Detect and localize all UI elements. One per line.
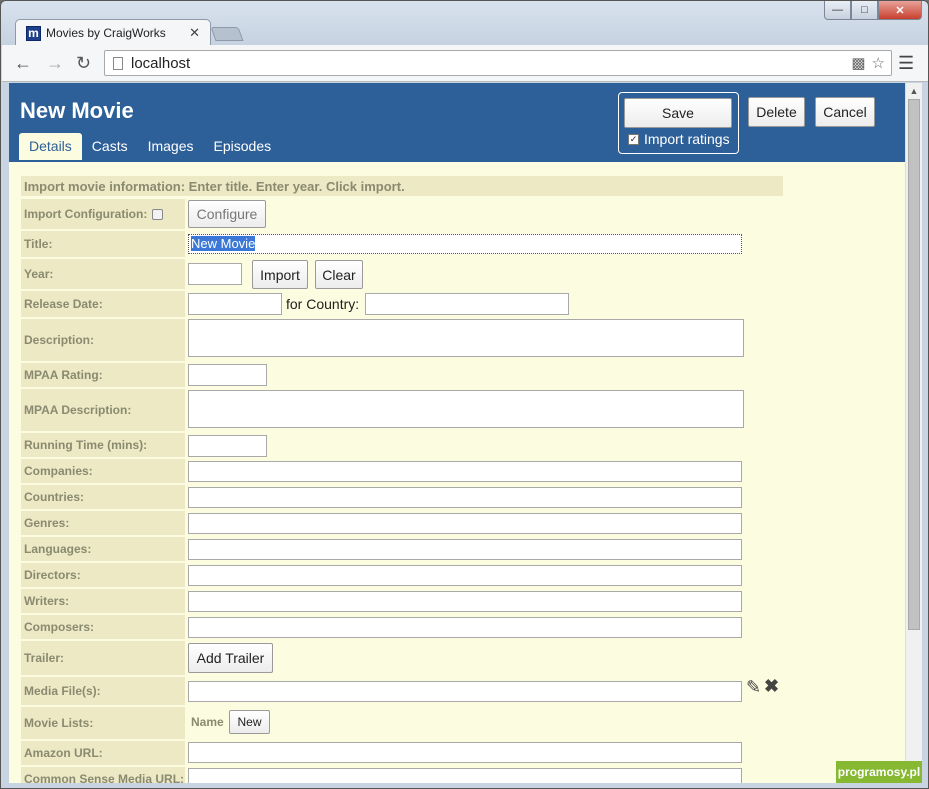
scroll-up-icon[interactable]: ▲ xyxy=(906,83,922,99)
amazon-url-input[interactable] xyxy=(188,742,742,763)
companies-label: Companies: xyxy=(21,459,185,483)
browser-toolbar: ← → ↻ localhost ▩ ☆ ☰ xyxy=(2,45,928,82)
for-country-label: for Country: xyxy=(286,296,360,312)
page-tabs: Details Casts Images Episodes xyxy=(19,133,281,160)
reload-icon[interactable]: ↻ xyxy=(76,53,91,74)
common-sense-input[interactable] xyxy=(188,768,742,783)
browse-file-icon[interactable]: ✎ xyxy=(746,677,761,698)
import-button[interactable]: Import xyxy=(252,260,308,289)
delete-button[interactable]: Delete xyxy=(748,97,805,127)
release-date-label: Release Date: xyxy=(21,291,185,317)
mpaa-description-textarea[interactable] xyxy=(188,390,744,428)
clear-button[interactable]: Clear xyxy=(315,260,363,289)
tab-details[interactable]: Details xyxy=(19,133,82,160)
running-time-input[interactable] xyxy=(188,435,267,457)
trailer-label: Trailer: xyxy=(21,641,185,675)
import-config-label-cell: Import Configuration: xyxy=(21,199,185,229)
import-config-label: Import Configuration: xyxy=(24,207,148,221)
languages-label: Languages: xyxy=(21,537,185,561)
common-sense-label: Common Sense Media URL: xyxy=(21,767,185,783)
watermark-badge: programosy.pl xyxy=(836,761,922,783)
composers-label: Composers: xyxy=(21,615,185,639)
browser-menu-icon[interactable]: ☰ xyxy=(898,53,914,74)
add-trailer-button[interactable]: Add Trailer xyxy=(188,643,273,673)
directors-input[interactable] xyxy=(188,565,742,586)
close-window-button[interactable]: ✕ xyxy=(878,1,922,20)
import-ratings-checkbox[interactable]: ✓ xyxy=(628,133,639,145)
media-files-input[interactable] xyxy=(188,681,742,702)
description-textarea[interactable] xyxy=(188,319,744,357)
import-config-checkbox[interactable] xyxy=(152,208,164,220)
title-bar: — □ ✕ m Movies by CraigWorks ✕ xyxy=(1,1,928,46)
tab-images[interactable]: Images xyxy=(138,133,204,160)
writers-input[interactable] xyxy=(188,591,742,612)
languages-input[interactable] xyxy=(188,539,742,560)
running-time-label: Running Time (mins): xyxy=(21,433,185,457)
media-files-label: Media File(s): xyxy=(21,677,185,705)
close-tab-icon[interactable]: ✕ xyxy=(189,25,200,41)
description-label: Description: xyxy=(21,319,185,361)
translate-icon[interactable]: ▩ xyxy=(851,54,865,72)
countries-input[interactable] xyxy=(188,487,742,508)
new-tab-button[interactable] xyxy=(210,27,244,41)
companies-input[interactable] xyxy=(188,461,742,482)
window-controls: — □ ✕ xyxy=(824,1,922,20)
amazon-url-label: Amazon URL: xyxy=(21,741,185,765)
import-info-bar: Import movie information: Enter title. E… xyxy=(21,176,783,196)
vertical-scrollbar[interactable]: ▲ xyxy=(905,83,922,783)
import-ratings-option[interactable]: ✓ Import ratings xyxy=(628,131,730,147)
composers-input[interactable] xyxy=(188,617,742,638)
address-bar[interactable]: localhost ▩ ☆ xyxy=(104,50,892,76)
year-input[interactable] xyxy=(188,263,242,285)
configure-button[interactable]: Configure xyxy=(188,200,266,228)
title-input[interactable]: New Movie xyxy=(188,234,742,254)
tab-title: Movies by CraigWorks xyxy=(46,26,166,40)
back-arrow-icon[interactable]: ← xyxy=(14,53,32,74)
page-viewport: New Movie Details Casts Images Episodes … xyxy=(9,83,905,783)
title-label: Title: xyxy=(21,231,185,257)
directors-label: Directors: xyxy=(21,563,185,587)
bookmark-star-icon[interactable]: ☆ xyxy=(872,54,885,72)
remove-file-icon[interactable]: ✖ xyxy=(764,676,779,697)
genres-label: Genres: xyxy=(21,511,185,535)
page-title: New Movie xyxy=(20,98,134,123)
forward-arrow-icon[interactable]: → xyxy=(46,53,64,74)
cancel-button[interactable]: Cancel xyxy=(815,97,875,127)
page-icon xyxy=(113,56,123,70)
title-value: New Movie xyxy=(191,236,256,251)
mpaa-description-label: MPAA Description: xyxy=(21,389,185,431)
year-label: Year: xyxy=(21,259,185,289)
save-group: Save ✓ Import ratings xyxy=(618,92,739,154)
maximize-button[interactable]: □ xyxy=(851,1,878,20)
mpaa-rating-input[interactable] xyxy=(188,364,267,386)
name-column-label: Name xyxy=(191,715,224,729)
window-bottom-frame xyxy=(1,783,928,788)
tab-casts[interactable]: Casts xyxy=(82,133,138,160)
writers-label: Writers: xyxy=(21,589,185,613)
country-input[interactable] xyxy=(365,293,569,315)
app-favicon-icon: m xyxy=(26,25,41,41)
browser-window: — □ ✕ m Movies by CraigWorks ✕ ← → ↻ loc… xyxy=(0,0,929,789)
scroll-thumb[interactable] xyxy=(908,99,920,630)
import-ratings-label: Import ratings xyxy=(644,131,730,147)
movie-lists-label: Movie Lists: xyxy=(21,707,185,739)
page-header: New Movie Details Casts Images Episodes … xyxy=(9,83,905,162)
new-list-button[interactable]: New xyxy=(229,710,270,734)
countries-label: Countries: xyxy=(21,485,185,509)
tab-episodes[interactable]: Episodes xyxy=(204,133,282,160)
minimize-button[interactable]: — xyxy=(824,1,851,20)
url-text[interactable]: localhost xyxy=(131,55,851,72)
browser-tab[interactable]: m Movies by CraigWorks ✕ xyxy=(15,19,211,46)
mpaa-rating-label: MPAA Rating: xyxy=(21,363,185,387)
release-date-input[interactable] xyxy=(188,293,282,315)
save-button[interactable]: Save xyxy=(624,98,732,128)
genres-input[interactable] xyxy=(188,513,742,534)
